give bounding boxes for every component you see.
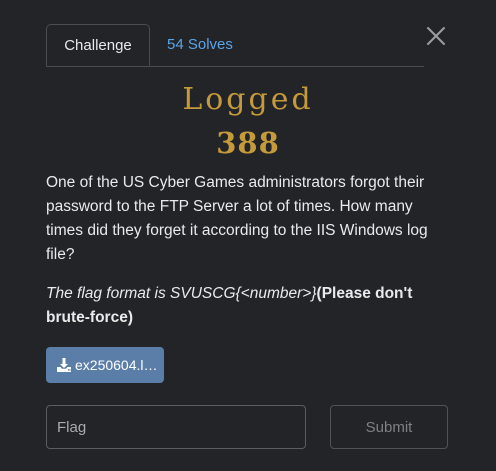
challenge-description: One of the US Cyber Games administrators… — [46, 174, 428, 263]
challenge-modal: Challenge 54 Solves Logged 388 One of th… — [0, 0, 496, 471]
close-icon — [427, 27, 445, 45]
file-name: ex250604.l… — [75, 357, 158, 373]
flag-input[interactable] — [46, 405, 306, 449]
challenge-tabs: Challenge 54 Solves — [46, 24, 424, 67]
download-icon — [57, 358, 71, 372]
challenge-name: Logged — [182, 82, 314, 117]
close-button[interactable] — [424, 24, 448, 48]
flag-format-hint: The flag format is SVUSCG{<number>}(Plea… — [46, 282, 450, 330]
download-file-button[interactable]: ex250604.l… — [46, 347, 164, 383]
challenge-value: 388 — [216, 126, 280, 160]
submit-button[interactable]: Submit — [330, 405, 448, 449]
flag-format-text: The flag format is SVUSCG{<number>} — [46, 285, 317, 302]
tab-challenge[interactable]: Challenge — [46, 24, 150, 66]
tab-solves[interactable]: 54 Solves — [167, 24, 233, 65]
